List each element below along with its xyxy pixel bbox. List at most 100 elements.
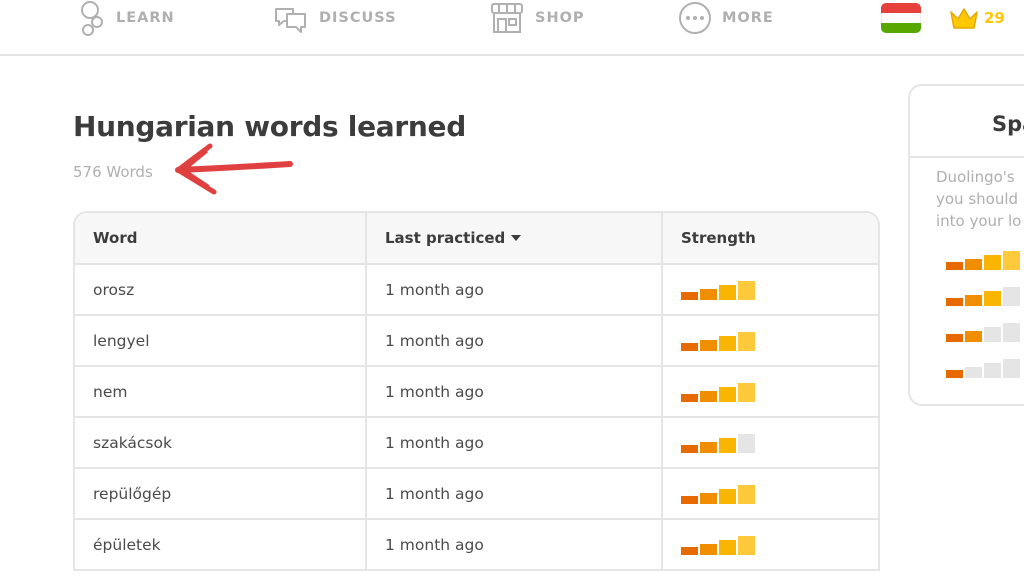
strength-bar: [719, 488, 736, 504]
last-practiced-label: Last practiced: [385, 229, 506, 247]
strength-meter: [946, 358, 1020, 378]
strength-bar: [719, 539, 736, 555]
strength-bar: [984, 255, 1001, 270]
strength-bar: [700, 492, 717, 504]
strength-meter: [946, 322, 1020, 342]
strength-bar: [681, 546, 698, 555]
strength-meter: [681, 280, 878, 300]
nav-discuss-label: DISCUSS: [319, 10, 397, 26]
strength-bar: [738, 484, 755, 504]
words-table: Word Last practiced Strength orosz 1 mont…: [73, 211, 880, 571]
strength-bar: [700, 390, 717, 402]
last-practiced-cell: 1 month ago: [366, 315, 663, 367]
word-cell: orosz: [75, 264, 367, 316]
side-card-text-line: you should: [936, 190, 1019, 208]
strength-bar: [946, 334, 963, 342]
strength-bar: [700, 339, 717, 351]
strength-bar: [738, 331, 755, 351]
last-practiced-cell: 1 month ago: [366, 519, 663, 571]
strength-bar: [946, 262, 963, 270]
strength-bar: [946, 370, 963, 378]
column-header-last-practiced[interactable]: Last practiced: [366, 213, 663, 265]
strength-bar: [965, 295, 982, 306]
strength-cell: [662, 468, 878, 520]
table-row[interactable]: nem 1 month ago: [75, 366, 878, 418]
strength-bar: [719, 386, 736, 402]
side-card-text-line: Duolingo's: [936, 168, 1015, 186]
table-row[interactable]: lengyel 1 month ago: [75, 315, 878, 367]
side-card-divider: [910, 156, 1024, 158]
strength-bar: [719, 335, 736, 351]
strength-bar: [1003, 323, 1020, 342]
strength-cell: [662, 417, 878, 469]
strength-bar: [984, 327, 1001, 342]
nav-learn[interactable]: LEARN: [76, 0, 175, 36]
word-count: 576 Words: [73, 163, 153, 181]
strength-bar: [965, 331, 982, 342]
nav-shop[interactable]: SHOP: [489, 0, 585, 36]
last-practiced-cell: 1 month ago: [366, 366, 663, 418]
side-card-title: Spa: [992, 112, 1024, 136]
shop-icon: [491, 3, 523, 33]
table-row[interactable]: épületek 1 month ago: [75, 519, 878, 571]
discuss-icon: [275, 8, 306, 33]
strength-bar: [1003, 359, 1020, 378]
strength-bar: [681, 393, 698, 402]
strength-bar: [719, 437, 736, 453]
strength-bar: [738, 433, 755, 453]
strength-bar: [1003, 287, 1020, 306]
word-cell: épületek: [75, 519, 367, 571]
strength-bar: [681, 495, 698, 504]
flag-green-stripe: [881, 23, 921, 33]
annotation-arrow-icon: [175, 143, 293, 195]
strength-meter: [681, 382, 878, 402]
hungarian-flag-icon[interactable]: [881, 3, 921, 33]
strength-meter: [681, 331, 878, 351]
strength-meter: [681, 433, 878, 453]
strength-bar: [738, 535, 755, 555]
strength-bar: [700, 543, 717, 555]
word-cell: lengyel: [75, 315, 367, 367]
strength-bar: [681, 342, 698, 351]
crown-counter[interactable]: 29: [949, 3, 1005, 33]
strength-bar: [719, 284, 736, 300]
strength-bar: [946, 298, 963, 306]
column-header-word[interactable]: Word: [75, 213, 367, 265]
strength-bar: [965, 259, 982, 270]
nav-discuss[interactable]: DISCUSS: [273, 0, 397, 36]
top-navigation-bar: LEARN DISCUSS SHOP MORE 29: [0, 0, 1024, 56]
strength-cell: [662, 366, 878, 418]
table-row[interactable]: orosz 1 month ago: [75, 264, 878, 316]
strength-bar: [1003, 251, 1020, 270]
nav-more[interactable]: MORE: [678, 0, 774, 36]
sort-caret-icon: [511, 235, 522, 241]
nav-learn-label: LEARN: [116, 10, 175, 26]
learn-icon: [81, 1, 103, 36]
strength-bar: [681, 291, 698, 300]
crown-icon: [950, 8, 978, 29]
strength-meter: [681, 535, 878, 555]
strength-cell: [662, 264, 878, 316]
strength-cell: [662, 315, 878, 367]
nav-more-label: MORE: [722, 10, 774, 26]
column-header-strength[interactable]: Strength: [662, 213, 878, 265]
side-card-text: Duolingo's you should into your lo: [936, 166, 1024, 232]
more-icon: [679, 2, 711, 34]
strength-meter: [946, 250, 1020, 270]
strength-cell: [662, 519, 878, 571]
word-cell: repülőgép: [75, 468, 367, 520]
table-row[interactable]: szakácsok 1 month ago: [75, 417, 878, 469]
flag-red-stripe: [881, 3, 921, 13]
side-card-text-line: into your lo: [936, 212, 1022, 230]
table-row[interactable]: repülőgép 1 month ago: [75, 468, 878, 520]
strength-legend: [946, 250, 1020, 394]
strength-bar: [965, 367, 982, 378]
strength-meter: [946, 286, 1020, 306]
strength-bar: [681, 444, 698, 453]
flag-white-stripe: [881, 13, 921, 23]
last-practiced-cell: 1 month ago: [366, 264, 663, 316]
strength-bar: [700, 441, 717, 453]
word-cell: szakácsok: [75, 417, 367, 469]
crown-count: 29: [984, 9, 1005, 27]
nav-shop-label: SHOP: [535, 10, 585, 26]
